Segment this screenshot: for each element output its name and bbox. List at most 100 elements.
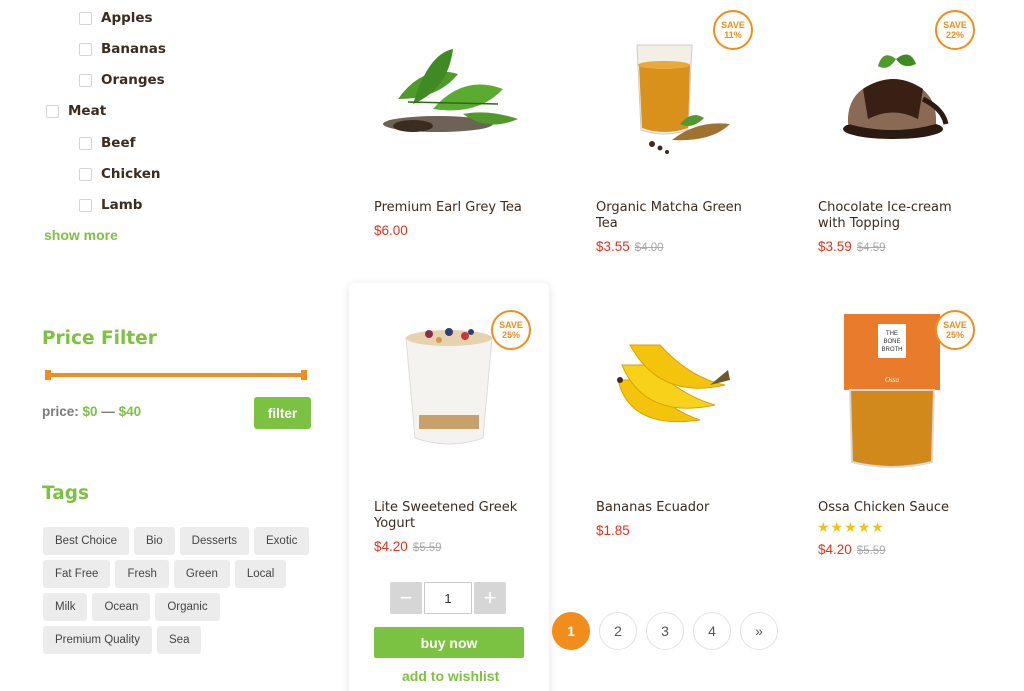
page-2-button[interactable]: 2 [599,612,637,650]
category-label: Bananas [101,41,166,57]
product-price: $4.20 $5.59 [374,539,442,554]
price-filter-title: Price Filter [42,328,157,349]
tag-desserts[interactable]: Desserts [179,527,250,555]
price-min-value: $0 [82,404,98,419]
bananas-image[interactable] [610,340,732,438]
current-price: $6.00 [374,223,408,238]
tag-local[interactable]: Local [234,560,287,588]
save-label: SAVE [943,320,967,330]
current-price: $3.59 [818,239,852,254]
earl-grey-tea-image[interactable] [378,44,523,140]
save-label: SAVE [721,20,745,30]
next-page-chevron-icon[interactable]: » [740,612,778,650]
tag-milk[interactable]: Milk [43,593,88,621]
tag-exotic[interactable]: Exotic [254,527,310,555]
beef-checkbox[interactable] [79,136,92,150]
save-badge: SAVE 22% [935,10,975,50]
ossa-chicken-sauce-image[interactable]: THE BONE BROTH Ossa [842,312,942,472]
apples-checkbox[interactable] [79,11,92,25]
product-price: $6.00 [374,223,408,238]
category-oranges[interactable]: Oranges [79,70,165,90]
price-slider-min-handle[interactable] [45,370,51,380]
tag-premium-quality[interactable]: Premium Quality [43,626,152,654]
chicken-checkbox[interactable] [79,167,92,181]
category-label: Chicken [101,166,161,182]
save-percent: 11% [724,30,742,40]
category-apples[interactable]: Apples [79,8,153,28]
page-4-button[interactable]: 4 [693,612,731,650]
page-3-button[interactable]: 3 [646,612,684,650]
category-label: Lamb [101,197,143,213]
buy-now-button[interactable]: buy now [374,627,524,658]
category-label: Beef [101,135,136,151]
category-label: Meat [68,103,107,119]
tag-bio[interactable]: Bio [134,527,175,555]
meat-checkbox[interactable] [46,104,59,118]
current-price: $4.20 [818,542,852,557]
decrease-quantity-button[interactable]: − [390,582,422,614]
product-price: $1.85 [596,523,630,538]
lamb-checkbox[interactable] [79,198,92,212]
pagination: 1 2 3 4 » [552,612,778,650]
tag-green[interactable]: Green [173,560,230,588]
old-price: $4.00 [634,242,664,254]
bananas-checkbox[interactable] [79,42,92,56]
add-to-wishlist-link[interactable]: add to wishlist [402,668,499,684]
product-name[interactable]: Ossa Chicken Sauce [818,500,983,516]
tag-sea[interactable]: Sea [157,626,202,654]
chocolate-ice-cream-image[interactable] [838,44,950,154]
matcha-green-tea-image[interactable] [632,40,732,158]
old-price: $4.59 [856,242,886,254]
product-name[interactable]: Bananas Ecuador [596,500,761,516]
save-badge: SAVE 25% [935,310,975,350]
oranges-checkbox[interactable] [79,73,92,87]
save-label: SAVE [943,20,967,30]
save-label: SAVE [499,320,523,330]
show-more-link[interactable]: show more [44,227,118,243]
price-slider-track[interactable] [47,373,304,377]
category-label: Apples [101,10,153,26]
product-name[interactable]: Lite Sweetened Greek Yogurt [374,500,539,532]
package-text-line3: BROTH [882,347,903,353]
category-chicken[interactable]: Chicken [79,164,161,184]
price-range-dash: — [101,404,115,419]
increase-quantity-button[interactable]: + [474,582,506,614]
tag-fresh[interactable]: Fresh [115,560,169,588]
current-price: $1.85 [596,523,630,538]
tag-cloud: Best Choice Bio Desserts Exotic Fat Free… [43,527,313,654]
package-text-line1: THE [886,331,898,337]
category-beef[interactable]: Beef [79,133,135,153]
save-percent: 25% [501,330,520,340]
greek-yogurt-image[interactable] [401,320,497,455]
rating-stars-icon: ★★★★★ [817,519,885,535]
old-price: $5.59 [856,545,886,557]
tags-title: Tags [42,483,89,504]
filter-button[interactable]: filter [254,397,311,429]
old-price: $5.59 [412,542,442,554]
price-range-text: price: $0 — $40 [42,404,141,419]
product-name[interactable]: Chocolate Ice-cream with Topping [818,200,983,232]
save-percent: 25% [945,330,964,340]
category-label: Oranges [101,72,165,88]
product-price: $3.59 $4.59 [818,239,886,254]
tag-fat-free[interactable]: Fat Free [43,560,111,588]
tag-best-choice[interactable]: Best Choice [43,527,130,555]
save-badge: SAVE 11% [713,10,753,50]
product-name[interactable]: Premium Earl Grey Tea [374,200,539,216]
category-meat[interactable]: Meat [46,101,106,121]
quantity-input[interactable] [424,582,472,614]
category-lamb[interactable]: Lamb [79,195,142,215]
product-price: $4.20 $5.59 [818,542,886,557]
price-max-value: $40 [118,404,142,419]
product-name[interactable]: Organic Matcha Green Tea [596,200,761,232]
package-text-line2: BONE [883,339,900,345]
tag-ocean[interactable]: Ocean [92,593,151,621]
tag-organic[interactable]: Organic [155,593,220,621]
current-price: $4.20 [374,539,408,554]
price-slider-max-handle[interactable] [301,370,307,380]
package-brand: Ossa [885,376,900,384]
category-bananas[interactable]: Bananas [79,39,166,59]
quantity-stepper: − + [390,582,506,614]
page-1-button[interactable]: 1 [552,612,590,650]
product-price: $3.55 $4.00 [596,239,664,254]
